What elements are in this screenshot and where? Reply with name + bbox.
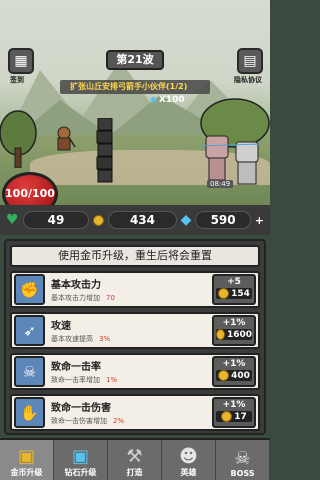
upgrade-desc: 致命一击伤害增加 [51, 417, 107, 425]
gold-resource: 434 [93, 211, 177, 229]
upgrade-cost: 400 [216, 370, 252, 381]
bite-icon: ☠ [14, 356, 45, 387]
upgrade-title: 致命一击率 [51, 362, 101, 373]
upgrade-row-attack: ✊ 基本攻击力 基本攻击力增加 70 +5 154 [10, 271, 260, 308]
quest-banner[interactable]: 扩张山丘安排弓箭手小伙伴(1/2) [60, 80, 210, 94]
hp-text: 100/100 [5, 187, 55, 200]
enemy-robots [200, 135, 261, 185]
nav-label: 打造 [126, 468, 143, 477]
checkin-button[interactable]: ▦ [8, 48, 34, 74]
upgrade-plus: +1% [222, 359, 246, 369]
upgrade-button[interactable]: +5 154 [212, 274, 256, 305]
nav-label: 英雄 [180, 468, 197, 477]
upgrade-button[interactable]: +1% 1600 [212, 315, 256, 346]
calendar-icon: ▦ [14, 53, 28, 69]
diamond-icon: ◆ [150, 95, 157, 105]
upgrade-desc-line: 基本攻击力增加 70 [51, 293, 212, 303]
upgrade-row-crit-rate: ☠ 致命一击率 致命一击率增加 1% +1% 400 [10, 353, 260, 390]
nav-label: 钻石升级 [64, 468, 97, 477]
unit-level-badge: 08:49 [207, 180, 234, 188]
coin-icon [218, 288, 230, 299]
resource-bar: ♥ 49 434 ◆ 590 + [0, 205, 270, 235]
upgrade-pct: 3% [99, 335, 111, 343]
stone-pillar [96, 118, 113, 183]
anvil-icon: ⚒ [126, 446, 143, 467]
coin-icon [216, 329, 225, 340]
quest-reward-amount: X100 [158, 95, 185, 105]
gem-chest-icon: ▣ [71, 446, 89, 467]
lives-value: 49 [22, 211, 90, 229]
claw-icon: ✋ [14, 397, 45, 428]
nav-hero[interactable]: ☻ 英雄 [162, 440, 216, 480]
nav-boss[interactable]: ☠ BOSS [216, 440, 270, 480]
upgrade-cost: 154 [216, 288, 252, 299]
privacy-label: 隐私协议 [234, 76, 262, 84]
upgrade-desc: 致命一击率增加 [51, 376, 100, 384]
coin-icon [218, 370, 230, 381]
privacy-button[interactable]: ▤ [237, 48, 263, 74]
gold-upgrade-panel: 使用金币升级，重生后将会重置 ✊ 基本攻击力 基本攻击力增加 70 +5 154 … [4, 239, 266, 435]
upgrade-pct: 1% [106, 376, 118, 384]
upgrade-row-speed: ➶ 攻速 基本攻速提高 3% +1% 1600 [10, 312, 260, 349]
heart-icon: ♥ [6, 212, 19, 228]
coin-icon [93, 214, 105, 226]
upgrade-cost-value: 17 [234, 411, 247, 422]
upgrade-plus: +1% [222, 318, 246, 328]
archer-hero [57, 126, 76, 151]
coin-icon [221, 411, 233, 422]
tree-left [0, 110, 37, 168]
upgrade-title: 攻速 [51, 321, 71, 332]
upgrade-pct: 2% [113, 417, 125, 425]
skull-icon: ☠ [234, 448, 251, 469]
book-icon: ▤ [243, 53, 257, 69]
fist-icon: ✊ [14, 274, 45, 305]
wave-counter: 第21波 [106, 50, 164, 70]
gold-value: 434 [108, 211, 177, 229]
upgrade-title: 致命一击伤害 [51, 403, 111, 414]
diamond-icon: ◆ [180, 212, 192, 228]
upgrade-desc: 基本攻击力增加 [51, 294, 100, 302]
arrow-icon: ➶ [14, 315, 45, 346]
upgrade-desc-line: 致命一击率增加 1% [51, 375, 212, 385]
upgrade-cost-value: 400 [231, 370, 250, 381]
nav-label: 金币升级 [10, 468, 43, 477]
nav-label: BOSS [230, 469, 255, 478]
upgrade-cost-value: 154 [231, 288, 250, 299]
diamond-resource: ◆ 590 + [181, 211, 264, 229]
nav-forge[interactable]: ⚒ 打造 [108, 440, 162, 480]
bottom-nav: ▣ 金币升级 ▣ 钻石升级 ⚒ 打造 ☻ 英雄 ☠ BOSS [0, 438, 270, 480]
upgrade-row-crit-damage: ✋ 致命一击伤害 致命一击伤害增加 2% +1% 17 [10, 394, 260, 431]
nav-gold-upgrade[interactable]: ▣ 金币升级 [0, 440, 54, 480]
upgrade-desc: 基本攻速提高 [51, 335, 93, 343]
coin-chest-icon: ▣ [17, 446, 35, 467]
upgrade-desc-line: 致命一击伤害增加 2% [51, 416, 212, 426]
upgrade-desc-line: 基本攻速提高 3% [51, 334, 212, 344]
quest-text: 扩张山丘安排弓箭手小伙伴(1/2) [70, 82, 188, 91]
upgrade-pct: 70 [106, 294, 115, 302]
upgrade-title: 基本攻击力 [51, 280, 101, 291]
panel-header: 使用金币升级，重生后将会重置 [10, 245, 260, 267]
upgrade-plus: +1% [222, 400, 246, 410]
hero-icon: ☻ [179, 446, 198, 467]
upgrade-cost: 1600 [216, 329, 252, 340]
checkin-label: 签到 [10, 76, 24, 84]
upgrade-cost: 17 [216, 411, 252, 422]
diamond-value: 590 [195, 211, 251, 229]
nav-diamond-upgrade[interactable]: ▣ 钻石升级 [54, 440, 108, 480]
upgrade-cost-value: 1600 [226, 329, 252, 340]
add-diamond-icon[interactable]: + [255, 214, 264, 227]
upgrade-button[interactable]: +1% 400 [212, 356, 256, 387]
upgrade-button[interactable]: +1% 17 [212, 397, 256, 428]
lives-resource: ♥ 49 [6, 211, 90, 229]
upgrade-plus: +5 [227, 277, 241, 287]
quest-reward: ◆ X100 [150, 95, 185, 105]
